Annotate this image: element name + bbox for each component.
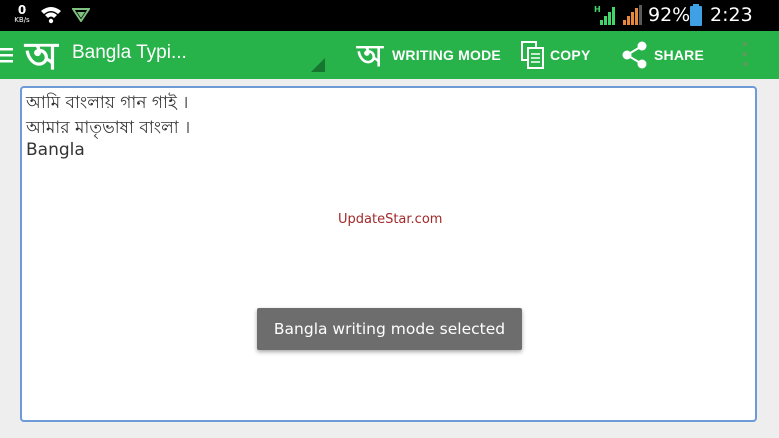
wifi-icon <box>41 7 61 24</box>
status-clock: 2:23 <box>710 4 753 26</box>
copy-label: COPY <box>550 47 591 63</box>
watermark-text: UpdateStar.com <box>338 212 443 227</box>
copy-button[interactable]: COPY <box>520 31 590 79</box>
toast-message: Bangla writing mode selected <box>273 320 506 338</box>
app-title[interactable]: Bangla Typi... <box>72 42 187 64</box>
bangla-letter-icon: অ <box>356 39 384 71</box>
dropdown-indicator-icon[interactable] <box>311 58 325 72</box>
battery-percent: 92% <box>648 4 691 26</box>
share-button[interactable]: SHARE <box>620 31 704 79</box>
network-speed-indicator: 0 KB/s <box>8 4 36 24</box>
download-notification-icon <box>72 8 90 22</box>
share-icon <box>622 41 647 69</box>
share-label: SHARE <box>654 47 705 63</box>
network-speed-unit: KB/s <box>14 16 30 24</box>
network-type-label: H <box>594 5 601 14</box>
menu-icon[interactable] <box>0 47 14 63</box>
signal-strength-icon <box>623 5 642 25</box>
overflow-menu-icon[interactable] <box>740 40 750 68</box>
toast-notification: Bangla writing mode selected <box>257 308 522 350</box>
network-speed-value: 0 <box>17 3 27 17</box>
writing-mode-label: WRITING MODE <box>392 47 501 63</box>
editor-line: আমি বাংলায় গান গাই । <box>26 93 189 113</box>
text-editor[interactable]: আমি বাংলায় গান গাই । আমার মাতৃভাষা বাংল… <box>20 86 757 422</box>
app-logo[interactable]: অ <box>17 36 66 75</box>
battery-icon <box>690 4 702 26</box>
writing-mode-button[interactable]: অ WRITING MODE <box>352 31 501 79</box>
status-bar: 0 KB/s H 92% 2:23 <box>0 0 779 31</box>
copy-icon <box>521 41 544 69</box>
writing-mode-glyph: অ <box>356 39 384 71</box>
editor-line: আমার মাতৃভাষা বাংলা । <box>26 118 191 138</box>
app-logo-glyph: অ <box>23 36 59 75</box>
mobile-signal-icon: H <box>594 5 615 25</box>
editor-line: Bangla <box>26 140 85 160</box>
